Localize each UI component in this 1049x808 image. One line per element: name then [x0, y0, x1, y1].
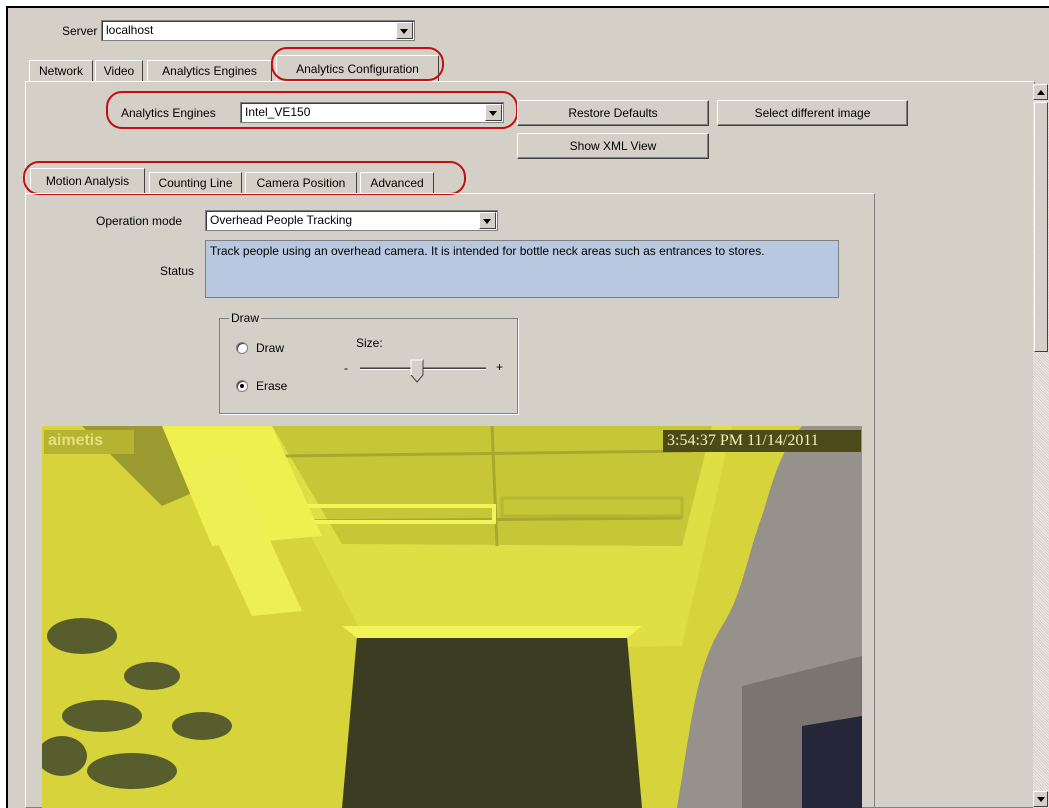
operation-mode-value: Overhead People Tracking — [210, 213, 353, 227]
tab-advanced[interactable]: Advanced — [360, 172, 434, 194]
scroll-up-arrow-icon[interactable] — [1033, 84, 1048, 100]
tab-network[interactable]: Network — [29, 60, 93, 82]
scroll-down-arrow-icon[interactable] — [1033, 791, 1048, 807]
engines-dropdown[interactable]: Intel_VE150 — [240, 102, 504, 123]
server-value: localhost — [106, 23, 154, 37]
draw-radio[interactable] — [236, 342, 248, 354]
size-plus: + — [496, 360, 504, 374]
restore-defaults-button[interactable]: Restore Defaults — [517, 100, 709, 126]
size-minus: - — [344, 361, 348, 375]
server-dropdown[interactable]: localhost — [101, 20, 415, 41]
size-label: Size: — [356, 336, 383, 350]
size-slider-thumb[interactable] — [410, 359, 424, 383]
engines-label: Analytics Engines — [121, 106, 216, 120]
watermark-logo: aimetis — [48, 432, 104, 449]
draw-group-title: Draw — [229, 311, 262, 325]
tab-analytics-engines[interactable]: Analytics Engines — [147, 60, 272, 82]
server-label: Server — [62, 24, 98, 38]
tab-analytics-configuration[interactable]: Analytics Configuration — [276, 55, 439, 82]
video-timestamp: 3:54:37 PM 11/14/2011 — [667, 432, 819, 449]
chevron-down-icon[interactable] — [479, 212, 496, 229]
status-label: Status — [160, 264, 195, 278]
operation-mode-dropdown[interactable]: Overhead People Tracking — [205, 210, 498, 231]
chevron-down-icon[interactable] — [396, 22, 413, 39]
select-image-button[interactable]: Select different image — [717, 100, 908, 126]
tab-video[interactable]: Video — [95, 60, 143, 82]
camera-scene — [42, 426, 862, 808]
status-text-area: Track people using an overhead camera. I… — [205, 240, 839, 298]
tab-motion-analysis[interactable]: Motion Analysis — [30, 168, 145, 194]
engines-value: Intel_VE150 — [245, 105, 311, 119]
tab-camera-position[interactable]: Camera Position — [245, 172, 357, 194]
scrollbar-thumb[interactable] — [1034, 102, 1048, 352]
draw-radio-label: Draw — [256, 341, 285, 355]
show-xml-button[interactable]: Show XML View — [517, 133, 709, 159]
erase-radio[interactable] — [236, 380, 248, 392]
chevron-down-icon[interactable] — [485, 104, 502, 121]
operation-mode-label: Operation mode — [96, 214, 183, 228]
camera-image[interactable]: aimetis 3:54:37 PM 11/14/2011 — [42, 426, 862, 808]
tab-counting-line[interactable]: Counting Line — [149, 172, 242, 194]
erase-radio-label: Erase — [256, 379, 288, 393]
draw-groupbox — [219, 318, 518, 414]
